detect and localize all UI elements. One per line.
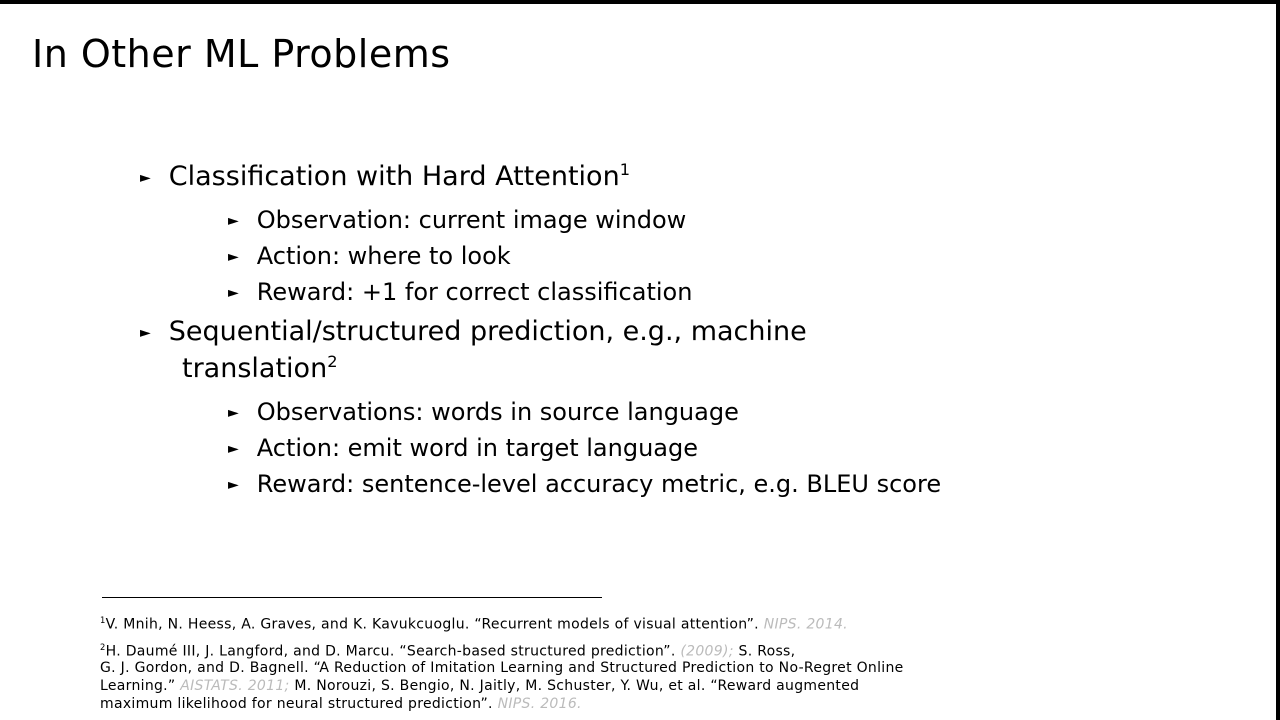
subbullet-observations: ► Observations: words in source language (228, 398, 739, 426)
footnote-2-line-2: G. J. Gordon, and D. Bagnell. “A Reducti… (100, 660, 904, 676)
subbullet-action: ► Action: emit word in target language (228, 434, 698, 462)
footnote-2: 2H. Daumé III, J. Langford, and D. Marcu… (100, 642, 796, 660)
footnote-1: 1V. Mnih, N. Heess, A. Graves, and K. Ka… (100, 615, 848, 633)
triangle-bullet-icon: ► (140, 170, 151, 186)
bullet-structured-prediction: ► Sequential/structured prediction, e.g.… (140, 316, 807, 347)
triangle-bullet-icon: ► (228, 441, 239, 457)
subbullet-action: ► Action: where to look (228, 242, 511, 270)
footnote-2-line-4: maximum likelihood for neural structured… (100, 696, 582, 712)
subbullet-observation: ► Observation: current image window (228, 206, 686, 234)
footnote-divider (102, 597, 602, 598)
triangle-bullet-icon: ► (228, 213, 239, 229)
subbullet-reward: ► Reward: +1 for correct classification (228, 278, 692, 306)
bullet-text: Action: where to look (256, 242, 511, 270)
slide: In Other ML Problems ► Classification wi… (0, 4, 1276, 720)
triangle-bullet-icon: ► (228, 405, 239, 421)
bullet-text: Observations: words in source language (256, 398, 739, 426)
bullet-text: Reward: sentence-level accuracy metric, … (256, 470, 942, 498)
bullet-text: Classification with Hard Attention1 (168, 160, 630, 192)
triangle-bullet-icon: ► (140, 325, 151, 341)
bullet-hard-attention: ► Classification with Hard Attention1 (140, 160, 630, 192)
bullet-text: Sequential/structured prediction, e.g., … (168, 316, 807, 347)
footnote-ref: 1 (619, 160, 630, 179)
bullet-text: Action: emit word in target language (256, 434, 698, 462)
triangle-bullet-icon: ► (228, 477, 239, 493)
footnote-venue: AISTATS. 2011; (180, 678, 290, 694)
triangle-bullet-icon: ► (228, 285, 239, 301)
footnote-ref: 2 (327, 352, 338, 371)
footnote-venue: NIPS. 2014. (763, 616, 848, 633)
footnote-venue: NIPS. 2016. (497, 696, 582, 712)
footnote-2-line-3: Learning.” AISTATS. 2011; M. Norouzi, S.… (100, 678, 860, 694)
bullet-continuation: translation2 (182, 352, 338, 384)
footnote-venue: (2009); (680, 643, 734, 660)
bullet-text: Observation: current image window (256, 206, 687, 234)
triangle-bullet-icon: ► (228, 249, 239, 265)
slide-title: In Other ML Problems (32, 32, 451, 76)
bullet-text: Reward: +1 for correct classification (256, 278, 693, 306)
subbullet-reward: ► Reward: sentence-level accuracy metric… (228, 470, 941, 498)
